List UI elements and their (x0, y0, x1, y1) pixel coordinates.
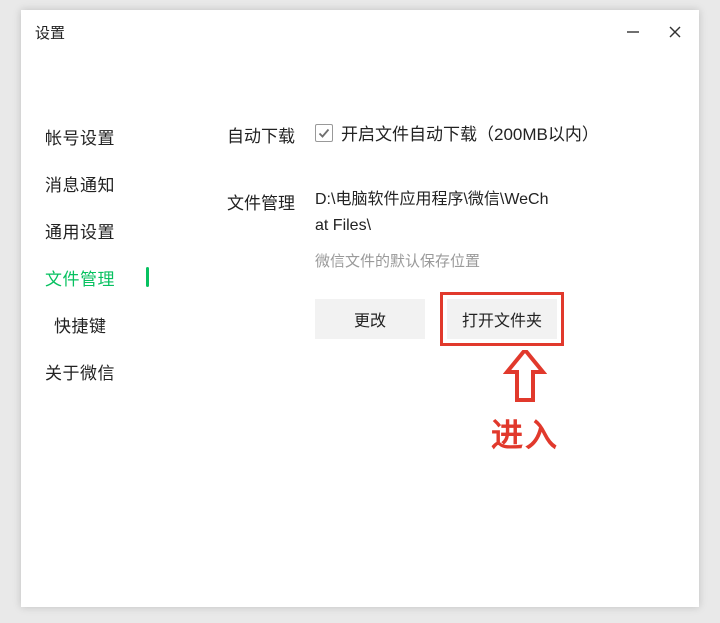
sidebar-item-label: 消息通知 (45, 176, 115, 195)
auto-download-checkbox[interactable] (315, 124, 333, 142)
sidebar-item-notifications[interactable]: 消息通知 (45, 167, 115, 200)
sidebar-item-about[interactable]: 关于微信 (45, 355, 115, 388)
file-management-body: D:\电脑软件应用程序\微信\WeChat Files\ 微信文件的默认保存位置… (315, 187, 557, 339)
file-buttons-row: 更改 打开文件夹 (315, 299, 557, 339)
file-management-label: 文件管理 (227, 187, 315, 214)
sidebar-item-files[interactable]: 文件管理 (45, 261, 115, 294)
close-button[interactable] (667, 24, 683, 40)
file-management-row: 文件管理 D:\电脑软件应用程序\微信\WeChat Files\ 微信文件的默… (227, 187, 659, 339)
window-body: 帐号设置 消息通知 通用设置 文件管理 快捷键 关于微信 自动下载 (21, 54, 699, 388)
open-folder-button[interactable]: 打开文件夹 (447, 299, 557, 339)
auto-download-checkbox-label: 开启文件自动下载（200MB以内） (341, 120, 599, 145)
button-label: 打开文件夹 (462, 307, 542, 331)
sidebar-item-account[interactable]: 帐号设置 (45, 120, 115, 153)
annotation-text: 进入 (491, 410, 559, 456)
window-buttons (625, 24, 683, 40)
sidebar: 帐号设置 消息通知 通用设置 文件管理 快捷键 关于微信 (21, 120, 171, 388)
check-icon (317, 126, 331, 140)
auto-download-row: 自动下载 开启文件自动下载（200MB以内） (227, 120, 659, 147)
auto-download-control: 开启文件自动下载（200MB以内） (315, 120, 599, 145)
settings-window: 设置 帐号设置 消息通知 通用设置 文件管理 (21, 10, 699, 607)
sidebar-item-label: 关于微信 (45, 364, 115, 383)
window-title: 设置 (35, 22, 65, 43)
selected-indicator (146, 267, 149, 287)
auto-download-label: 自动下载 (227, 120, 315, 147)
content-area: 自动下载 开启文件自动下载（200MB以内） 文件管理 D:\电脑软件应用程序\… (171, 120, 699, 388)
open-folder-highlight: 打开文件夹 (440, 292, 564, 346)
sidebar-item-general[interactable]: 通用设置 (45, 214, 115, 247)
sidebar-item-shortcuts[interactable]: 快捷键 (54, 308, 107, 341)
button-label: 更改 (354, 307, 386, 331)
titlebar: 设置 (21, 10, 699, 54)
file-path: D:\电脑软件应用程序\微信\WeChat Files\ (315, 187, 555, 238)
change-folder-button[interactable]: 更改 (315, 299, 425, 339)
minimize-button[interactable] (625, 24, 641, 40)
file-path-hint: 微信文件的默认保存位置 (315, 250, 557, 271)
sidebar-item-label: 通用设置 (45, 223, 115, 242)
sidebar-item-label: 帐号设置 (45, 129, 115, 148)
sidebar-item-label: 文件管理 (45, 270, 115, 289)
sidebar-item-label: 快捷键 (54, 317, 107, 336)
